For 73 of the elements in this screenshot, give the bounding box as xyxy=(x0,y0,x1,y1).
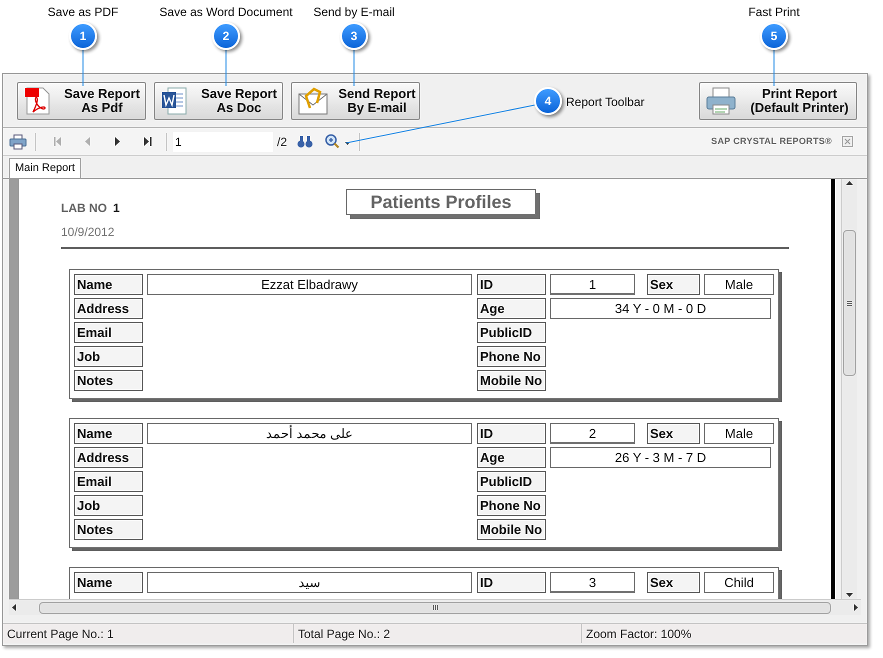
field-label: ID xyxy=(477,572,546,593)
status-text: Current Page No.: 1 xyxy=(7,626,114,642)
brand-label: SAP CRYSTAL REPORTS® xyxy=(711,134,832,148)
printer-icon xyxy=(705,86,737,116)
report-tab[interactable]: Main Report xyxy=(9,158,81,178)
print-icon[interactable] xyxy=(9,134,27,150)
report-action-button[interactable]: Save Report As Doc xyxy=(154,82,283,120)
field-value: 26 Y - 3 M - 7 D xyxy=(550,447,771,468)
scroll-thumb[interactable] xyxy=(843,230,856,376)
field-label: ID xyxy=(477,423,546,444)
field-label: Job xyxy=(74,346,143,367)
report-date: 10/9/2012 xyxy=(61,224,114,241)
field-label: Notes xyxy=(74,519,143,540)
report-action-button[interactable]: Save Report As Pdf xyxy=(17,82,146,120)
callout-badge: 5 xyxy=(760,22,788,50)
callout-label: Save as Word Document xyxy=(159,4,293,21)
callout-badge: 3 xyxy=(340,22,368,50)
scroll-up-icon[interactable] xyxy=(846,181,853,185)
status-text: Zoom Factor: 100% xyxy=(586,626,692,642)
field-value: Male xyxy=(704,274,774,295)
field-label: Email xyxy=(74,471,143,492)
field-label: Phone No xyxy=(477,495,546,516)
field-label: Mobile No xyxy=(477,370,546,391)
callout-label: Fast Print xyxy=(748,4,800,21)
field-label: Job xyxy=(74,495,143,516)
field-value: 2 xyxy=(550,423,635,444)
horizontal-scrollbar[interactable] xyxy=(9,599,861,615)
callout-label: Send by E-mail xyxy=(313,4,395,21)
field-label: Age xyxy=(477,447,546,468)
field-value: 1 xyxy=(550,274,635,295)
field-label: Mobile No xyxy=(477,519,546,540)
grip-icon xyxy=(432,605,438,610)
page-number-field[interactable]: 1 xyxy=(173,132,273,152)
field-label: PublicID xyxy=(477,322,546,343)
field-label: Sex xyxy=(647,274,700,295)
grip-icon xyxy=(847,300,852,306)
field-label: Sex xyxy=(647,572,700,593)
page-total: /2 xyxy=(277,134,288,150)
lab-number-value: 1 xyxy=(113,200,120,217)
field-label: ID xyxy=(477,274,546,295)
scroll-left-icon[interactable] xyxy=(12,604,16,611)
field-value: Ezzat Elbadrawy xyxy=(147,274,472,295)
field-value: على محمد أحمد xyxy=(147,423,472,444)
lab-number-label: LAB NO xyxy=(61,200,107,217)
field-label: Notes xyxy=(74,370,143,391)
field-value: Male xyxy=(704,423,774,444)
report-action-button[interactable]: Print Report (Default Printer) xyxy=(699,82,857,120)
vertical-scrollbar[interactable] xyxy=(841,179,857,599)
envelope-icon xyxy=(297,86,329,116)
field-label: Name xyxy=(74,423,143,444)
field-label: Name xyxy=(74,274,143,295)
status-text: Total Page No.: 2 xyxy=(298,626,390,642)
field-label: Address xyxy=(74,447,143,468)
field-value: سيد xyxy=(147,572,472,593)
field-label: Email xyxy=(74,322,143,343)
scroll-right-icon[interactable] xyxy=(854,604,858,611)
field-value: Child xyxy=(704,572,774,593)
field-value: 3 xyxy=(550,572,635,593)
field-value: 34 Y - 0 M - 0 D xyxy=(550,298,771,319)
field-label: Age xyxy=(477,298,546,319)
callout-label: Save as PDF xyxy=(48,4,118,21)
callout-badge: 2 xyxy=(212,22,240,50)
report-action-button[interactable]: Send Report By E-mail xyxy=(291,82,420,120)
scroll-down-icon[interactable] xyxy=(846,593,853,597)
field-label: Name xyxy=(74,572,143,593)
field-label: Sex xyxy=(647,423,700,444)
field-label: Phone No xyxy=(477,346,546,367)
field-label: Address xyxy=(74,298,143,319)
field-label: PublicID xyxy=(477,471,546,492)
leader-line xyxy=(82,50,84,86)
callout-label: Report Toolbar xyxy=(566,94,644,111)
scroll-thumb[interactable] xyxy=(39,602,831,614)
callout-badge: 1 xyxy=(69,22,97,50)
